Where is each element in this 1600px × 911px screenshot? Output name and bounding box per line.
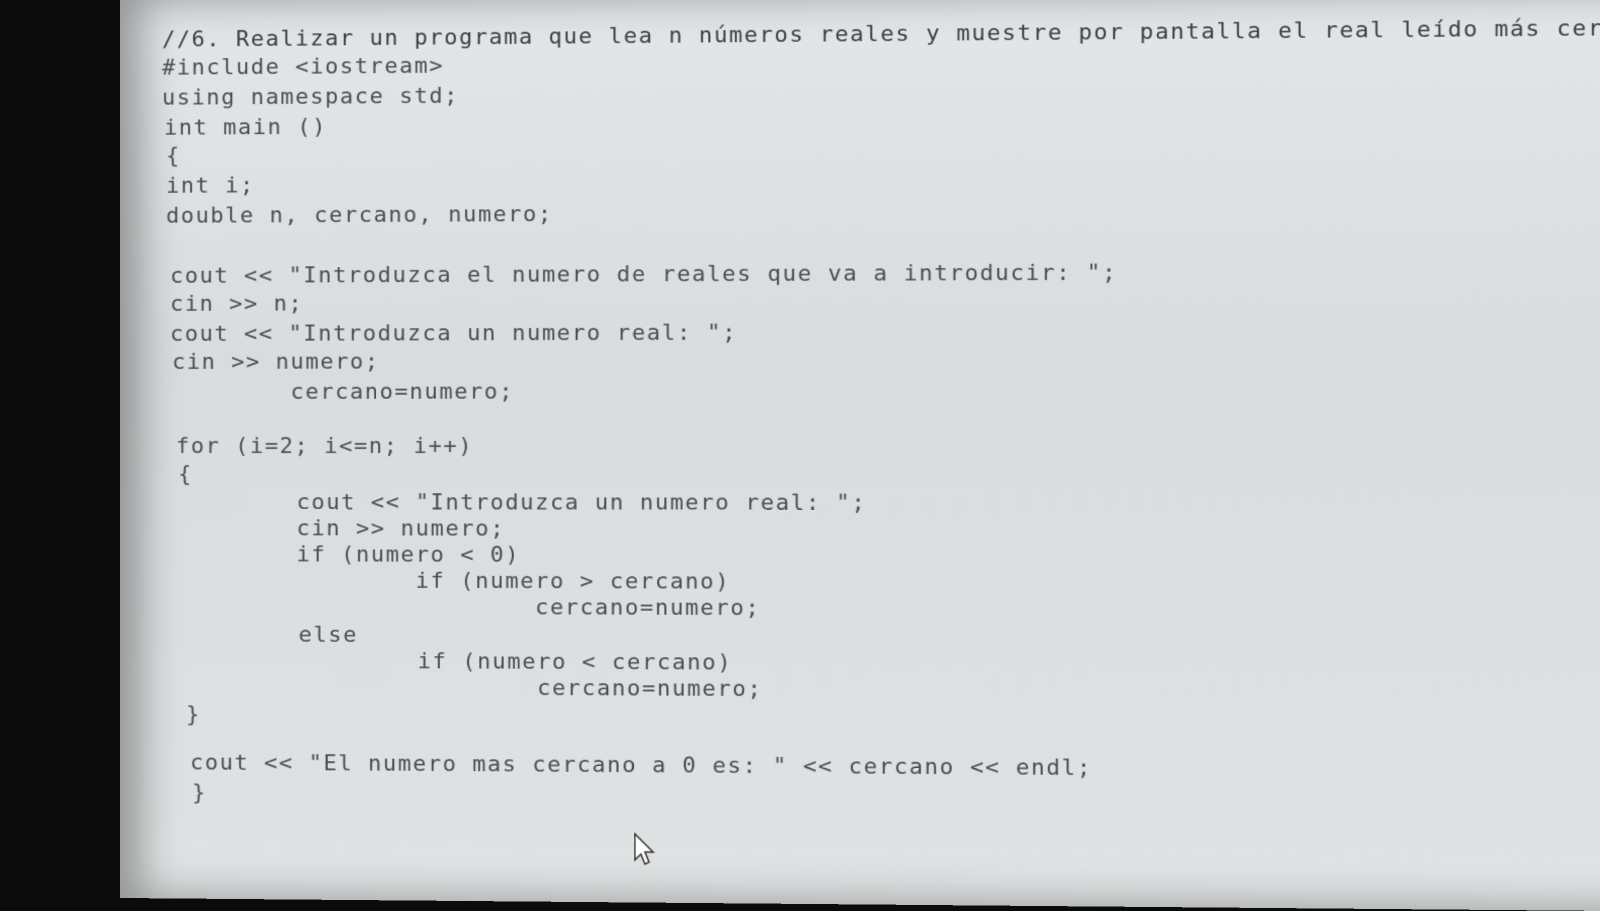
code-line-16: { (178, 462, 193, 488)
code-line-21: cercano=numero; (178, 594, 761, 622)
code-line-6: int i; (166, 173, 255, 199)
code-line-20: if (numero > cercano) (178, 568, 731, 595)
code-line-19: if (numero < 0) (178, 542, 520, 568)
code-line-3: using namespace std; (162, 83, 459, 111)
code-line-27: cout << "El numero mas cercano a 0 es: "… (190, 750, 1093, 782)
code-line-23: if (numero < cercano) (180, 648, 733, 676)
code-line-1: //6. Realizar un programa que lea n núme… (162, 15, 1600, 53)
code-line-2: #include <iostream> (162, 53, 444, 81)
code-line-28: } (192, 780, 207, 806)
code-line-17: cout << "Introduzca un numero real: "; (178, 490, 867, 516)
code-line-22: else (180, 622, 358, 648)
code-line-4: int main () (164, 114, 327, 141)
code-line-11: cout << "Introduzca un numero real: "; (170, 320, 738, 347)
code-line-9: cout << "Introduzca el numero de reales … (170, 260, 1118, 289)
code-line-12: cin >> numero; (172, 349, 380, 375)
code-line-15: for (i=2; i<=n; i++) (176, 433, 474, 460)
code-editor[interactable]: //6. Realizar un programa que lea n núme… (162, 7, 1600, 911)
code-line-25: } (186, 702, 201, 728)
code-line-10: cin >> n; (170, 291, 304, 317)
code-line-18: cin >> numero; (178, 516, 506, 542)
code-line-5: { (166, 143, 181, 169)
monitor-screen: //6. Realizar un programa que lea n núme… (120, 0, 1600, 911)
code-line-13: cercano=numero; (172, 379, 514, 405)
code-line-24: cercano=numero; (180, 674, 763, 703)
code-line-7: double n, cercano, numero; (166, 201, 553, 229)
